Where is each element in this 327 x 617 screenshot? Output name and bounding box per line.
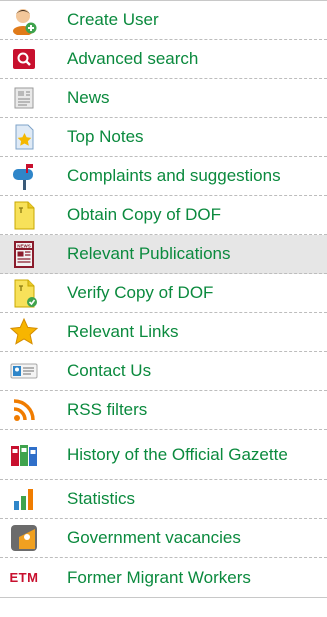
menu-item-government-vacancies[interactable]: Government vacancies	[0, 519, 327, 558]
menu-item-label: Advanced search	[67, 49, 199, 68]
menu-item-verify-copy-dof[interactable]: Verify Copy of DOF	[0, 274, 327, 313]
menu-item-label: Verify Copy of DOF	[67, 283, 214, 302]
menu-item-relevant-links[interactable]: Relevant Links	[0, 313, 327, 352]
star-document-icon	[9, 122, 39, 152]
menu-item-label: Relevant Publications	[67, 244, 231, 263]
menu-item-complaints-suggestions[interactable]: Complaints and suggestions	[0, 157, 327, 196]
menu-item-label: Complaints and suggestions	[67, 166, 281, 185]
menu-item-former-migrant-workers[interactable]: ETM Former Migrant Workers	[0, 558, 327, 598]
menu-item-label: News	[67, 88, 110, 107]
menu-item-label: Former Migrant Workers	[67, 567, 251, 587]
menu-item-label: Relevant Links	[67, 322, 179, 341]
menu-item-contact-us[interactable]: Contact Us	[0, 352, 327, 391]
bar-chart-icon	[9, 484, 39, 514]
vacancies-icon	[9, 523, 39, 553]
menu-item-rss-filters[interactable]: RSS filters	[0, 391, 327, 430]
etm-logo: ETM	[9, 563, 39, 593]
menu-item-label: Government vacancies	[67, 528, 241, 547]
search-icon	[9, 44, 39, 74]
menu-item-label: Create User	[67, 10, 159, 29]
menu-item-advanced-search[interactable]: Advanced search	[0, 40, 327, 79]
user-add-icon	[9, 5, 39, 35]
side-menu: Create User Advanced search News Top Not…	[0, 0, 327, 617]
newspaper-icon	[9, 83, 39, 113]
news-publication-icon: NEWS	[9, 239, 39, 269]
menu-item-top-notes[interactable]: Top Notes	[0, 118, 327, 157]
menu-item-label: Top Notes	[67, 127, 144, 146]
star-icon	[9, 317, 39, 347]
menu-item-obtain-copy-dof[interactable]: Obtain Copy of DOF	[0, 196, 327, 235]
mailbox-icon	[9, 161, 39, 191]
menu-item-relevant-publications[interactable]: NEWS Relevant Publications	[0, 235, 327, 274]
rss-icon	[9, 395, 39, 425]
menu-item-label: Statistics	[67, 489, 136, 508]
menu-item-news[interactable]: News	[0, 79, 327, 118]
binders-icon	[9, 440, 39, 470]
menu-item-label: Contact Us	[67, 361, 152, 380]
svg-text:NEWS: NEWS	[17, 243, 31, 248]
etm-logo-text: ETM	[9, 570, 39, 585]
document-icon	[9, 200, 39, 230]
contact-card-icon	[9, 356, 39, 386]
menu-item-label: RSS filters	[67, 400, 148, 419]
menu-item-label: Obtain Copy of DOF	[67, 205, 222, 224]
document-check-icon	[9, 278, 39, 308]
menu-item-create-user[interactable]: Create User	[0, 1, 327, 40]
menu-item-history-official-gazette[interactable]: History of the Official Gazette	[0, 430, 327, 480]
menu-item-label: History of the Official Gazette	[67, 444, 288, 464]
menu-item-statistics[interactable]: Statistics	[0, 480, 327, 519]
